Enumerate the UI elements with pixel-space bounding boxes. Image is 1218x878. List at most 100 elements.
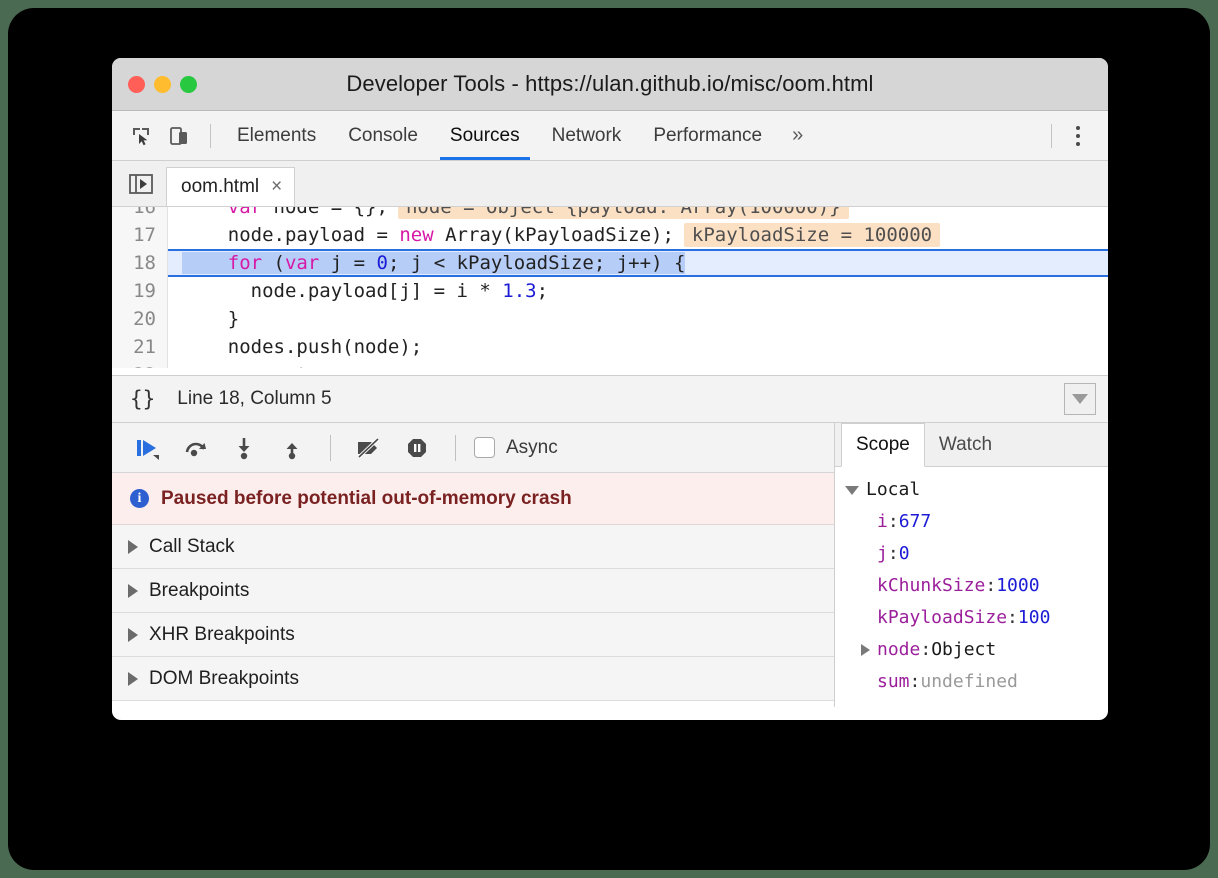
debugger-section-label: DOM Breakpoints bbox=[149, 668, 299, 690]
code-line-content[interactable]: for (var j = 0; j < kPayloadSize; j++) { bbox=[168, 249, 1108, 277]
scope-variable-name: node bbox=[877, 634, 920, 666]
step-over-next-call-button[interactable] bbox=[174, 428, 218, 468]
debugger-toolbar: Async bbox=[112, 423, 834, 473]
deactivate-breakpoints-button[interactable] bbox=[347, 428, 391, 468]
debugger-area: Async i Paused before potential out-of-m… bbox=[112, 423, 1108, 707]
code-text bbox=[182, 252, 228, 274]
line-number[interactable]: 21 bbox=[112, 333, 168, 361]
debugger-sidebar-left: Async i Paused before potential out-of-m… bbox=[112, 423, 835, 707]
resume-script-execution-button[interactable] bbox=[126, 428, 170, 468]
step-into-next-call-button[interactable] bbox=[222, 428, 266, 468]
inline-value-hint: node = Object {payload: Array(100000)} bbox=[398, 207, 849, 219]
code-text: } bbox=[182, 308, 239, 330]
debugger-section-dom-breakpoints[interactable]: DOM Breakpoints bbox=[112, 657, 834, 701]
line-number[interactable]: 22 bbox=[112, 361, 168, 375]
code-line: 20 } bbox=[112, 305, 1108, 333]
code-line-content[interactable]: } bbox=[168, 305, 1108, 333]
scope-variable-row[interactable]: kPayloadSize: 100 bbox=[835, 602, 1108, 634]
code-line: 16 var node = {};node = Object {payload:… bbox=[112, 207, 1108, 221]
window-controls bbox=[128, 76, 197, 93]
line-number[interactable]: 18 bbox=[112, 249, 168, 277]
tab-performance[interactable]: Performance bbox=[637, 111, 778, 160]
tab-elements[interactable]: Elements bbox=[221, 111, 332, 160]
scope-tree[interactable]: Local i: 677j: 0kChunkSize: 1000kPayload… bbox=[835, 467, 1108, 707]
inspect-element-icon[interactable] bbox=[124, 119, 158, 153]
step-out-of-current-function-button[interactable] bbox=[270, 428, 314, 468]
code-text: ; j < kPayloadSize; j++) { bbox=[388, 252, 685, 274]
pause-on-exceptions-button[interactable] bbox=[395, 428, 439, 468]
close-window-button[interactable] bbox=[128, 76, 145, 93]
toolbar-right-group bbox=[1041, 124, 1108, 148]
line-number[interactable]: 16 bbox=[112, 207, 168, 221]
async-checkbox[interactable] bbox=[474, 437, 495, 458]
more-tabs-chevron-icon[interactable]: » bbox=[778, 124, 817, 147]
code-line-content[interactable]: node.payload[j] = i * 1.3; bbox=[168, 277, 1108, 305]
device-toolbar-icon[interactable] bbox=[162, 119, 196, 153]
pretty-print-icon[interactable]: {} bbox=[130, 387, 155, 411]
scope-variable-name: kChunkSize bbox=[877, 570, 985, 602]
minimize-window-button[interactable] bbox=[154, 76, 171, 93]
info-icon: i bbox=[130, 489, 149, 508]
file-tab-label: oom.html bbox=[181, 176, 259, 198]
code-line-content[interactable]: var node = {};node = Object {payload: Ar… bbox=[168, 207, 1108, 221]
code-line-content[interactable]: nodes.push(node); bbox=[168, 333, 1108, 361]
line-number[interactable]: 19 bbox=[112, 277, 168, 305]
code-line: 22 current++; bbox=[112, 361, 1108, 375]
line-number[interactable]: 17 bbox=[112, 221, 168, 249]
async-label: Async bbox=[506, 437, 558, 459]
code-text bbox=[182, 207, 228, 218]
scope-variable-name: sum bbox=[877, 666, 910, 698]
scope-panel-tabs: Scope Watch bbox=[835, 423, 1108, 467]
scope-colon: : bbox=[920, 634, 931, 666]
sources-tab-strip: oom.html × bbox=[112, 161, 1108, 207]
scope-variable-row[interactable]: kChunkSize: 1000 bbox=[835, 570, 1108, 602]
scope-root-local[interactable]: Local bbox=[835, 474, 1108, 506]
scope-variable-name: kPayloadSize bbox=[877, 602, 1007, 634]
debugger-section-breakpoints[interactable]: Breakpoints bbox=[112, 569, 834, 613]
devtools-window: Developer Tools - https://ulan.github.io… bbox=[112, 58, 1108, 720]
debugger-divider-2 bbox=[455, 435, 456, 461]
scope-variable-row[interactable]: sum: undefined bbox=[835, 666, 1108, 698]
code-line-content[interactable]: current++; bbox=[168, 361, 1108, 375]
scope-colon: : bbox=[888, 506, 899, 538]
debugger-section-xhr-breakpoints[interactable]: XHR Breakpoints bbox=[112, 613, 834, 657]
code-text: node = {}; bbox=[262, 207, 388, 218]
show-navigator-icon[interactable] bbox=[126, 171, 156, 197]
tab-watch[interactable]: Watch bbox=[925, 423, 1006, 466]
code-text: j = bbox=[319, 252, 376, 274]
close-icon[interactable]: × bbox=[271, 176, 282, 198]
debugger-section-call-stack[interactable]: Call Stack bbox=[112, 525, 834, 569]
scope-variable-name: i bbox=[877, 506, 888, 538]
paused-reason-text: Paused before potential out-of-memory cr… bbox=[161, 488, 572, 510]
scope-colon: : bbox=[1007, 602, 1018, 634]
collapse-panel-icon[interactable] bbox=[1064, 383, 1096, 415]
scope-variable-value: 0 bbox=[899, 538, 910, 570]
scope-variable-row[interactable]: i: 677 bbox=[835, 506, 1108, 538]
tab-network[interactable]: Network bbox=[536, 111, 638, 160]
scope-panel: Scope Watch Local i: 677j: 0kChunkSize: … bbox=[835, 423, 1108, 707]
chevron-right-icon[interactable] bbox=[861, 644, 870, 656]
line-number[interactable]: 20 bbox=[112, 305, 168, 333]
chevron-right-icon bbox=[128, 672, 138, 686]
chevron-right-icon bbox=[128, 628, 138, 642]
code-line-content[interactable]: node.payload = new Array(kPayloadSize);k… bbox=[168, 221, 1108, 249]
tab-sources[interactable]: Sources bbox=[434, 111, 536, 160]
inline-value-hint: kPayloadSize = 100000 bbox=[684, 223, 940, 247]
file-tab-oom-html[interactable]: oom.html × bbox=[166, 167, 295, 206]
code-editor[interactable]: 16 var node = {};node = Object {payload:… bbox=[112, 207, 1108, 375]
kebab-menu-icon[interactable] bbox=[1062, 126, 1094, 146]
scope-variable-row[interactable]: j: 0 bbox=[835, 538, 1108, 570]
panel-tabs: Elements Console Sources Network Perform… bbox=[221, 111, 817, 160]
tab-scope[interactable]: Scope bbox=[841, 423, 925, 467]
scope-variable-row[interactable]: node: Object bbox=[835, 634, 1108, 666]
code-keyword: for bbox=[228, 252, 262, 274]
scope-variable-value: 100 bbox=[1018, 602, 1051, 634]
scope-variable-value: 1000 bbox=[996, 570, 1039, 602]
chevron-right-icon bbox=[128, 540, 138, 554]
code-line: 18 for (var j = 0; j < kPayloadSize; j++… bbox=[112, 249, 1108, 277]
zoom-window-button[interactable] bbox=[180, 76, 197, 93]
scope-root-label: Local bbox=[866, 474, 920, 506]
code-number: 0 bbox=[377, 252, 388, 274]
tab-console[interactable]: Console bbox=[332, 111, 434, 160]
async-checkbox-group[interactable]: Async bbox=[474, 437, 558, 459]
